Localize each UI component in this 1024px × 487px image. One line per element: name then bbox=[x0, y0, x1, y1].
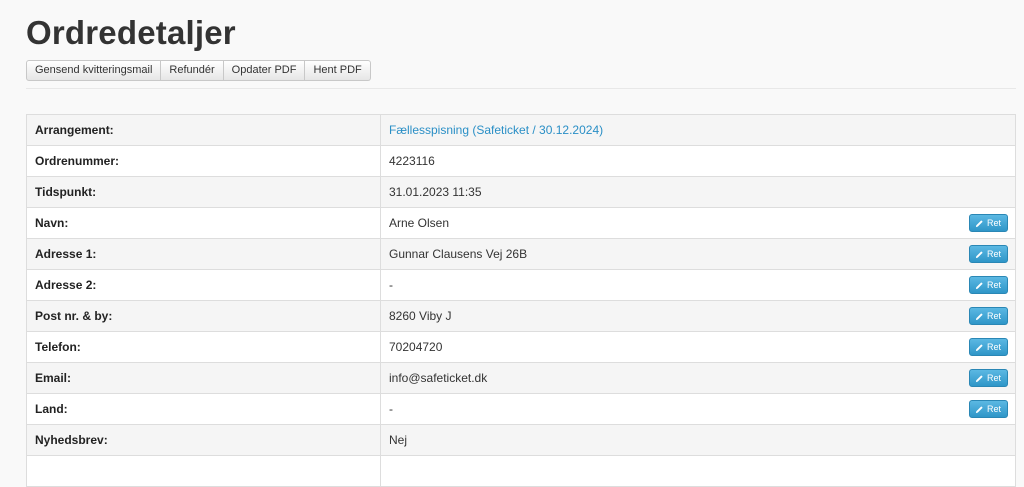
table-row: Adresse 1: Gunnar Clausens Vej 26B Ret bbox=[26, 238, 1016, 270]
table-row: Arrangement: Fællesspisning (Safeticket … bbox=[26, 114, 1016, 146]
refund-button[interactable]: Refundér bbox=[161, 60, 224, 81]
table-row: Navn: Arne Olsen Ret bbox=[26, 207, 1016, 239]
edit-label: Ret bbox=[986, 249, 1001, 259]
name-value: Arne Olsen bbox=[389, 216, 450, 230]
address1-value: Gunnar Clausens Vej 26B bbox=[389, 247, 528, 261]
edit-label: Ret bbox=[986, 404, 1001, 414]
row-value: 4223116 bbox=[380, 145, 1016, 177]
edit-name-button[interactable]: Ret bbox=[968, 214, 1008, 232]
page-title: Ordredetaljer bbox=[26, 14, 236, 51]
row-value: - Ret bbox=[380, 393, 1016, 425]
edit-label: Ret bbox=[986, 373, 1001, 383]
row-value: - Ret bbox=[380, 269, 1016, 301]
edit-address2-button[interactable]: Ret bbox=[968, 276, 1008, 294]
phone-value: 70204720 bbox=[389, 340, 443, 354]
pencil-icon bbox=[975, 405, 983, 413]
edit-label: Ret bbox=[986, 311, 1001, 321]
event-link[interactable]: Fællesspisning (Safeticket / 30.12.2024) bbox=[389, 123, 603, 137]
table-row: Email: info@safeticket.dk Ret bbox=[26, 362, 1016, 394]
edit-phone-button[interactable]: Ret bbox=[968, 338, 1008, 356]
row-value: 70204720 Ret bbox=[380, 331, 1016, 363]
order-toolbar: Gensend kvitteringsmail Refundér Opdater… bbox=[26, 60, 371, 81]
pencil-icon bbox=[975, 343, 983, 351]
row-value: Arne Olsen Ret bbox=[380, 207, 1016, 239]
row-value: 31.01.2023 11:35 bbox=[380, 176, 1016, 208]
resend-receipt-button[interactable]: Gensend kvitteringsmail bbox=[26, 60, 162, 81]
pencil-icon bbox=[975, 219, 983, 227]
pencil-icon bbox=[975, 312, 983, 320]
table-row: Post nr. & by: 8260 Viby J Ret bbox=[26, 300, 1016, 332]
edit-postal-city-button[interactable]: Ret bbox=[968, 307, 1008, 325]
edit-email-button[interactable]: Ret bbox=[968, 369, 1008, 387]
row-value: info@safeticket.dk Ret bbox=[380, 362, 1016, 394]
update-pdf-button[interactable]: Opdater PDF bbox=[223, 60, 306, 81]
edit-label: Ret bbox=[986, 342, 1001, 352]
order-time: 31.01.2023 11:35 bbox=[389, 185, 482, 199]
row-value: Gunnar Clausens Vej 26B Ret bbox=[380, 238, 1016, 270]
row-label: Land: bbox=[26, 393, 381, 425]
country-value: - bbox=[389, 402, 393, 416]
row-value bbox=[380, 455, 1016, 487]
get-pdf-button[interactable]: Hent PDF bbox=[305, 60, 371, 81]
newsletter-value: Nej bbox=[389, 433, 408, 447]
email-value: info@safeticket.dk bbox=[389, 371, 488, 385]
row-label: Email: bbox=[26, 362, 381, 394]
row-label: Adresse 2: bbox=[26, 269, 381, 301]
edit-label: Ret bbox=[986, 218, 1001, 228]
order-number: 4223116 bbox=[389, 154, 435, 168]
table-row: Ordrenummer: 4223116 bbox=[26, 145, 1016, 177]
postal-city-value: 8260 Viby J bbox=[389, 309, 452, 323]
row-label: Adresse 1: bbox=[26, 238, 381, 270]
address2-value: - bbox=[389, 278, 393, 292]
edit-address1-button[interactable]: Ret bbox=[968, 245, 1008, 263]
edit-country-button[interactable]: Ret bbox=[968, 400, 1008, 418]
row-value: Nej bbox=[380, 424, 1016, 456]
row-label: Tidspunkt: bbox=[26, 176, 381, 208]
row-value: 8260 Viby J Ret bbox=[380, 300, 1016, 332]
pencil-icon bbox=[975, 250, 983, 258]
table-row: Nyhedsbrev: Nej bbox=[26, 424, 1016, 456]
table-row: Tidspunkt: 31.01.2023 11:35 bbox=[26, 176, 1016, 208]
table-row bbox=[26, 455, 1016, 487]
table-row: Adresse 2: - Ret bbox=[26, 269, 1016, 301]
row-label bbox=[26, 455, 381, 487]
pencil-icon bbox=[975, 281, 983, 289]
row-label: Nyhedsbrev: bbox=[26, 424, 381, 456]
table-row: Land: - Ret bbox=[26, 393, 1016, 425]
divider bbox=[26, 88, 1016, 89]
row-label: Telefon: bbox=[26, 331, 381, 363]
row-label: Ordrenummer: bbox=[26, 145, 381, 177]
edit-label: Ret bbox=[986, 280, 1001, 290]
table-row: Telefon: 70204720 Ret bbox=[26, 331, 1016, 363]
row-value: Fællesspisning (Safeticket / 30.12.2024) bbox=[380, 114, 1016, 146]
row-label: Post nr. & by: bbox=[26, 300, 381, 332]
order-details-table: Arrangement: Fællesspisning (Safeticket … bbox=[26, 114, 1016, 487]
pencil-icon bbox=[975, 374, 983, 382]
row-label: Navn: bbox=[26, 207, 381, 239]
row-label: Arrangement: bbox=[26, 114, 381, 146]
